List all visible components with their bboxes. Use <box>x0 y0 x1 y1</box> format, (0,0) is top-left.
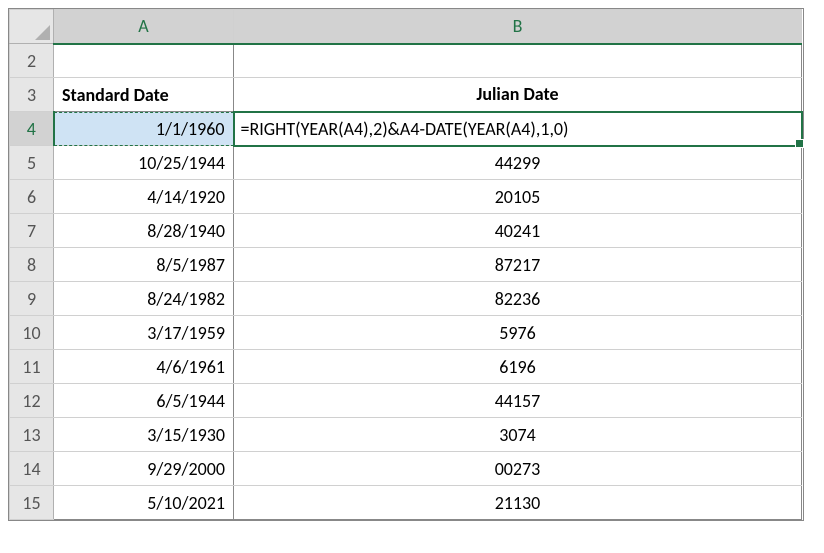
cell-a4[interactable]: 1/1/1960 <box>54 112 234 146</box>
cell-a12[interactable]: 6/5/1944 <box>54 384 234 418</box>
row-header-12[interactable]: 12 <box>10 384 54 418</box>
cell-b10[interactable]: 5976 <box>234 316 802 350</box>
row-header-8[interactable]: 8 <box>10 248 54 282</box>
select-all-corner[interactable] <box>10 10 54 44</box>
cell-b3[interactable]: Julian Date <box>234 78 802 112</box>
column-header-a[interactable]: A <box>54 10 234 44</box>
cell-b4[interactable]: =RIGHT(YEAR(A4),2)&A4-DATE(YEAR(A4),1,0) <box>234 112 802 146</box>
cell-a14[interactable]: 9/29/2000 <box>54 452 234 486</box>
cell-b11[interactable]: 6196 <box>234 350 802 384</box>
spreadsheet: A B 2 3 Standard Date Julian Date 4 1/1/… <box>8 8 804 521</box>
row-header-5[interactable]: 5 <box>10 146 54 180</box>
cell-b14[interactable]: 00273 <box>234 452 802 486</box>
header-b-label: Julian Date <box>476 83 558 105</box>
cell-a8[interactable]: 8/5/1987 <box>54 248 234 282</box>
cell-a6[interactable]: 4/14/1920 <box>54 180 234 214</box>
cell-b7[interactable]: 40241 <box>234 214 802 248</box>
row-header-4[interactable]: 4 <box>10 112 54 146</box>
cell-a3[interactable]: Standard Date <box>54 78 234 112</box>
cell-b5[interactable]: 44299 <box>234 146 802 180</box>
cell-b15[interactable]: 21130 <box>234 486 802 520</box>
row-header-14[interactable]: 14 <box>10 452 54 486</box>
row-header-11[interactable]: 11 <box>10 350 54 384</box>
row-header-13[interactable]: 13 <box>10 418 54 452</box>
row-header-9[interactable]: 9 <box>10 282 54 316</box>
cell-a13[interactable]: 3/15/1930 <box>54 418 234 452</box>
cell-b9[interactable]: 82236 <box>234 282 802 316</box>
cell-b8[interactable]: 87217 <box>234 248 802 282</box>
cell-b13[interactable]: 3074 <box>234 418 802 452</box>
row-header-10[interactable]: 10 <box>10 316 54 350</box>
row-header-6[interactable]: 6 <box>10 180 54 214</box>
cell-a11[interactable]: 4/6/1961 <box>54 350 234 384</box>
row-header-15[interactable]: 15 <box>10 486 54 520</box>
cell-b6[interactable]: 20105 <box>234 180 802 214</box>
cell-a9[interactable]: 8/24/1982 <box>54 282 234 316</box>
cell-a2[interactable] <box>54 44 234 78</box>
row-header-3[interactable]: 3 <box>10 78 54 112</box>
formula-text: =RIGHT(YEAR(A4),2)&A4-DATE(YEAR(A4),1,0) <box>241 118 569 140</box>
cell-b2[interactable] <box>234 44 802 78</box>
header-a-label: Standard Date <box>62 84 169 106</box>
cell-a7[interactable]: 8/28/1940 <box>54 214 234 248</box>
cell-a5[interactable]: 10/25/1944 <box>54 146 234 180</box>
row-header-2[interactable]: 2 <box>10 44 54 78</box>
cell-a15[interactable]: 5/10/2021 <box>54 486 234 520</box>
cell-a10[interactable]: 3/17/1959 <box>54 316 234 350</box>
column-header-b[interactable]: B <box>234 10 802 44</box>
cell-b12[interactable]: 44157 <box>234 384 802 418</box>
row-header-7[interactable]: 7 <box>10 214 54 248</box>
